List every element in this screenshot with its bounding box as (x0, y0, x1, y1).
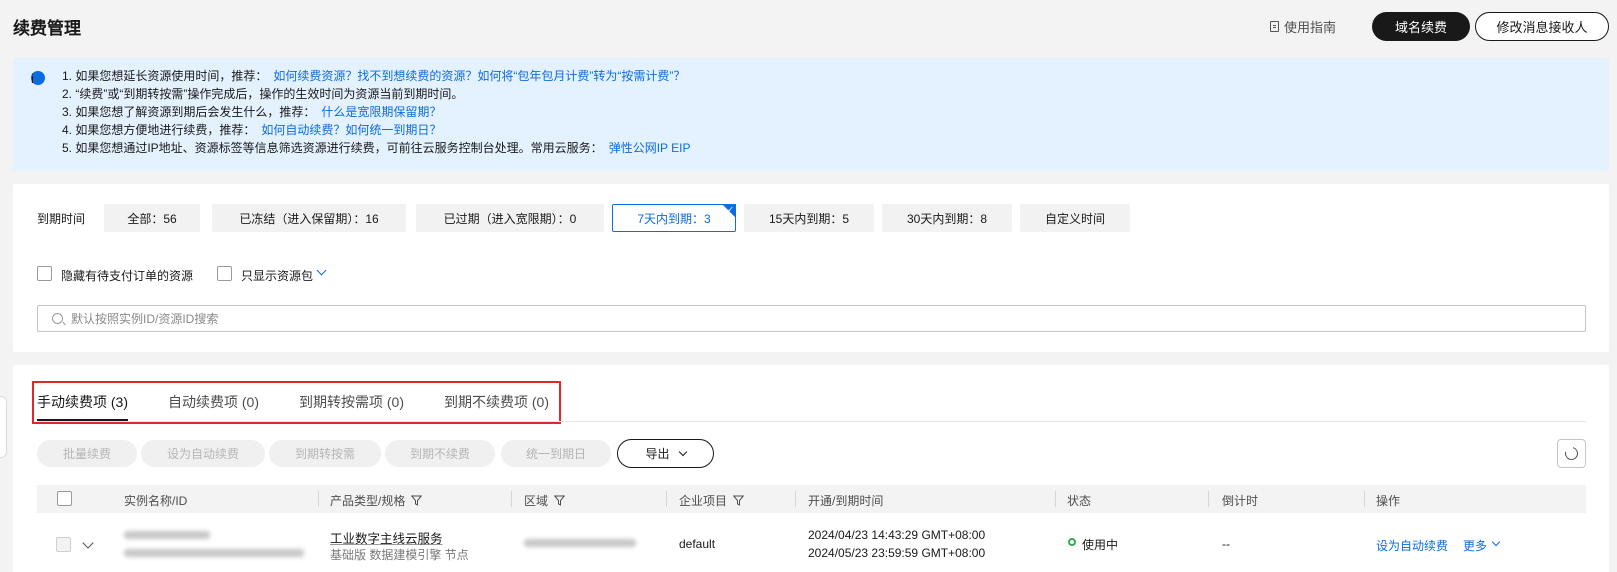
status-dot-icon (1068, 538, 1076, 546)
notice-link-grace-period[interactable]: 什么是宽限期保留期？ (321, 105, 441, 119)
column-label: 开通/到期时间 (808, 494, 884, 508)
tab-to-on-demand[interactable]: 到期转按需项 (0) (299, 392, 404, 412)
export-button[interactable]: 导出 (617, 439, 714, 468)
product-name[interactable]: 工业数字主线云服务 (330, 528, 443, 547)
chevron-down-icon (678, 447, 687, 456)
column-label: 倒计时 (1222, 494, 1259, 508)
filter-icon[interactable] (733, 495, 745, 506)
column-separator (795, 491, 796, 507)
guide-label: 使用指南 (1284, 20, 1337, 35)
expire-time: 2024/05/23 23:59:59 GMT+08:00 (808, 546, 986, 560)
column-separator (666, 491, 667, 507)
column-label: 产品类型/规格 (330, 494, 406, 508)
column-separator (1208, 491, 1209, 507)
filter-all[interactable]: 全部：56 (104, 204, 200, 232)
filter-custom-time[interactable]: 自定义时间 (1020, 204, 1130, 232)
column-label: 操作 (1376, 494, 1401, 508)
refresh-icon (1562, 444, 1581, 463)
notice-line-4: 4. 如果您想方便地进行续费，推荐： 如何自动续费？如何统一到期日？ (62, 121, 1609, 139)
notice-panel: 1. 如果您想延长资源使用时间，推荐： 如何续费资源？找不到想续费的资源？如何将“… (13, 58, 1609, 171)
modify-receiver-button[interactable]: 修改消息接收人 (1475, 12, 1609, 41)
expiry-filter-label: 到期时间 (37, 212, 86, 226)
column-separator (318, 491, 319, 507)
region-redacted (524, 539, 636, 547)
enterprise-project: default (679, 537, 716, 551)
column-header-product: 产品类型/规格 (330, 492, 423, 509)
filter-15-days[interactable]: 15天内到期：5 (744, 204, 874, 232)
notice-line-2: 2. “续费”或“到期转按需”操作完成后，操作的生效时间为资源当前到期时间。 (62, 85, 1609, 103)
batch-renew-button[interactable]: 批量续费 (37, 440, 137, 467)
no-renew-button[interactable]: 到期不续费 (385, 440, 495, 467)
column-header-countdown: 倒计时 (1222, 492, 1258, 509)
notice-text: 4. 如果您想方便地进行续费，推荐： (62, 123, 256, 137)
refresh-button[interactable] (1557, 439, 1586, 468)
domain-renew-button[interactable]: 域名续费 (1372, 12, 1470, 41)
to-on-demand-button[interactable]: 到期转按需 (269, 440, 381, 467)
instance-name-redacted (124, 531, 210, 539)
notice-line-1: 1. 如果您想延长资源使用时间，推荐： 如何续费资源？找不到想续费的资源？如何将“… (62, 67, 1609, 85)
guide-link[interactable]: 使用指南 (1270, 17, 1336, 36)
only-package-label: 只显示资源包 (241, 269, 314, 283)
column-separator (511, 491, 512, 507)
open-time: 2024/04/23 14:43:29 GMT+08:00 (808, 528, 986, 542)
search-box (37, 305, 1586, 332)
column-separator (1055, 491, 1056, 507)
filter-7-days[interactable]: 7天内到期：3 ✓ (612, 204, 736, 232)
column-header-project: 企业项目 (679, 492, 745, 509)
export-label: 导出 (645, 447, 670, 461)
page-title: 续费管理 (13, 19, 81, 38)
unify-date-button[interactable]: 统一到期日 (501, 440, 611, 467)
filter-7-days-label: 7天内到期：3 (637, 211, 711, 226)
notice-line-3: 3. 如果您想了解资源到期后会发生什么，推荐： 什么是宽限期保留期？ (62, 103, 1609, 121)
row-checkbox[interactable] (56, 537, 71, 552)
countdown-value: -- (1222, 537, 1230, 551)
filter-icon[interactable] (554, 495, 566, 506)
hide-pending-checkbox[interactable] (37, 266, 52, 281)
product-spec: 基础版 数据建模引擎 节点 (330, 548, 469, 562)
notice-text: 5. 如果您想通过IP地址、资源标签等信息筛选资源进行续费，可前往云服务控制台处… (62, 141, 603, 155)
tab-no-renew[interactable]: 到期不续费项 (0) (444, 392, 549, 412)
hide-pending-label: 隐藏有待支付订单的资源 (61, 269, 194, 283)
column-header-actions: 操作 (1376, 492, 1400, 509)
set-auto-renew-button[interactable]: 设为自动续费 (141, 440, 265, 467)
info-icon: i (31, 71, 45, 86)
side-collapse-handle[interactable] (0, 396, 7, 458)
notice-text: 1. 如果您想延长资源使用时间，推荐： (62, 69, 268, 83)
tab-manual-renew[interactable]: 手动续费项 (3) (37, 392, 128, 412)
notice-line-5: 5. 如果您想通过IP地址、资源标签等信息筛选资源进行续费，可前往云服务控制台处… (62, 139, 1609, 157)
filter-30-days[interactable]: 30天内到期：8 (882, 204, 1012, 232)
tabs-divider (37, 421, 1586, 422)
column-header-name: 实例名称/ID (124, 492, 187, 509)
check-icon: ✓ (727, 205, 734, 214)
filter-expired[interactable]: 已过期（进入宽限期）：0 (416, 204, 604, 232)
notice-text: 3. 如果您想了解资源到期后会发生什么，推荐： (62, 105, 316, 119)
set-auto-renew-link[interactable]: 设为自动续费 (1376, 537, 1448, 554)
column-label: 状态 (1067, 494, 1092, 508)
column-label: 企业项目 (679, 494, 728, 508)
select-all-checkbox[interactable] (57, 491, 72, 506)
instance-id-redacted (124, 549, 304, 557)
column-label: 实例名称/ID (124, 494, 188, 508)
notice-link-renew-help[interactable]: 如何续费资源？找不到想续费的资源？如何将“包年包月计费”转为“按需计费”？ (273, 69, 685, 83)
search-icon (52, 313, 63, 324)
search-input[interactable] (71, 310, 1571, 328)
filter-icon[interactable] (411, 495, 423, 506)
column-separator (1364, 491, 1365, 507)
only-package-checkbox[interactable] (217, 266, 232, 281)
column-header-status: 状态 (1067, 492, 1091, 509)
notice-link-eip[interactable]: 弹性公网IP EIP (609, 141, 691, 155)
more-actions-link[interactable]: 更多 (1463, 537, 1487, 554)
column-label: 区域 (524, 494, 549, 508)
notice-link-auto-renew[interactable]: 如何自动续费？如何统一到期日？ (261, 123, 441, 137)
status-text: 使用中 (1082, 538, 1119, 552)
column-header-region: 区域 (524, 492, 566, 509)
tab-auto-renew[interactable]: 自动续费项 (0) (168, 392, 259, 412)
document-icon (1270, 21, 1279, 32)
filter-frozen[interactable]: 已冻结（进入保留期）：16 (212, 204, 406, 232)
notice-text: 2. “续费”或“到期转按需”操作完成后，操作的生效时间为资源当前到期时间。 (62, 87, 464, 101)
column-header-time: 开通/到期时间 (808, 492, 883, 509)
